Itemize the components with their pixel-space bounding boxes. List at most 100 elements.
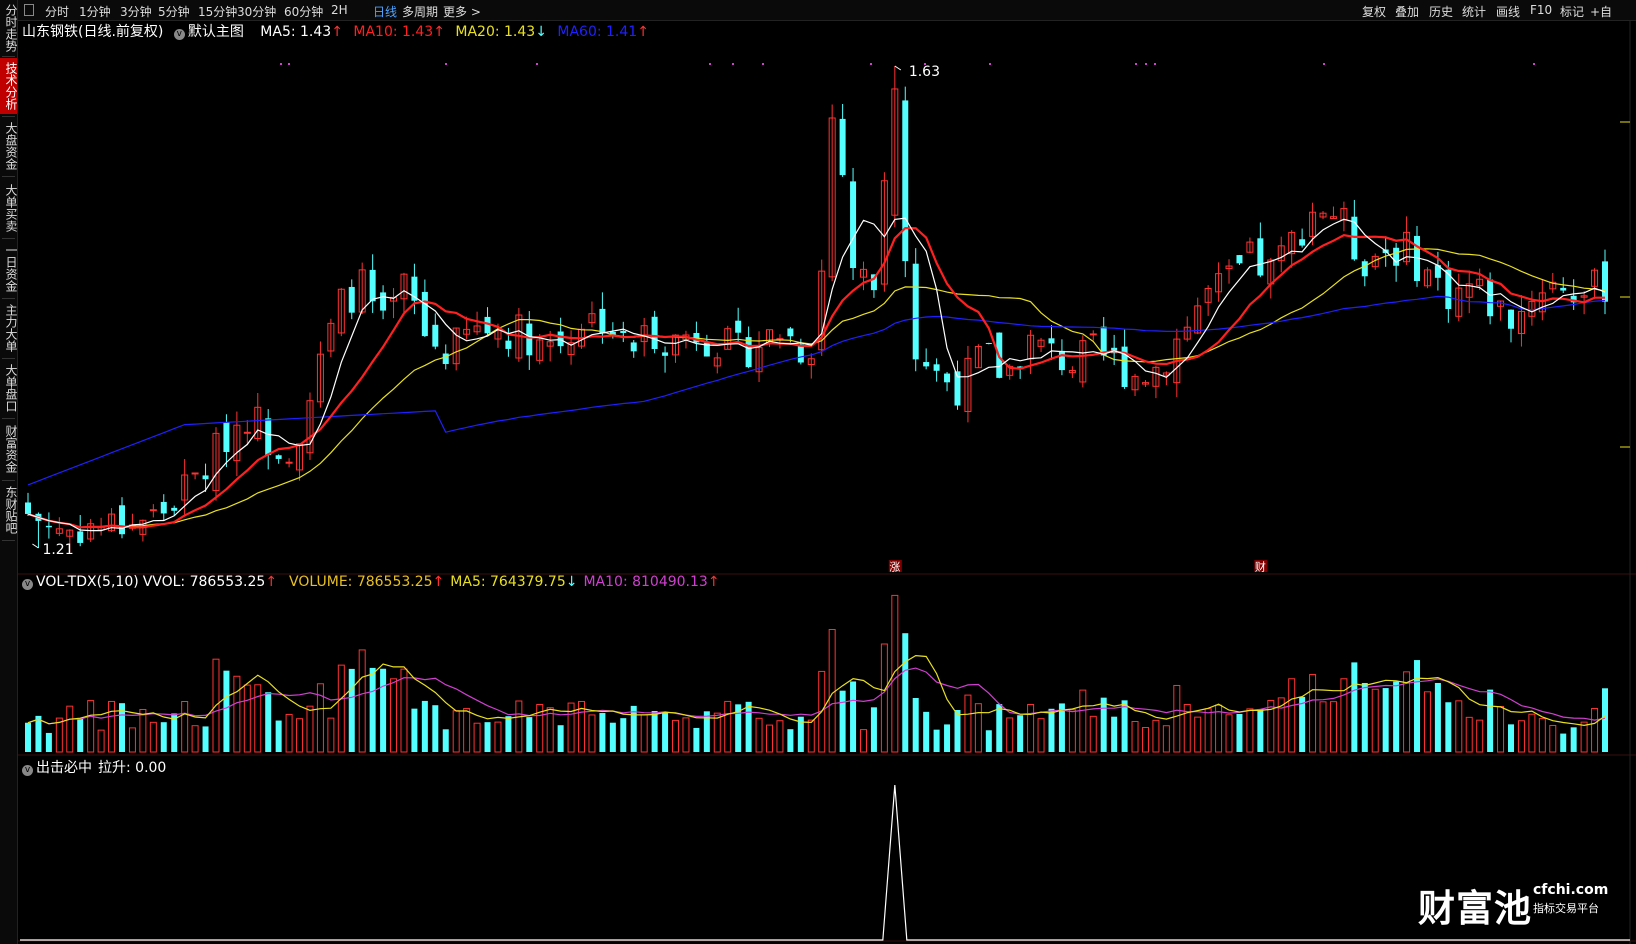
event-dot <box>1145 63 1147 65</box>
event-dot <box>445 63 447 65</box>
vol-ma5-value: MA5: 764379.75 <box>450 574 566 590</box>
volume-bar <box>870 707 877 752</box>
vvol-arrow: ↑ <box>265 574 278 590</box>
volume-bar <box>693 727 700 752</box>
volume-bar <box>1121 700 1128 752</box>
volume-bar <box>484 722 491 752</box>
volume-bar <box>1445 702 1452 752</box>
event-dot <box>709 63 711 65</box>
event-marker-0: 涨 <box>889 561 900 574</box>
vvol-legend: VVOL: 786553.25↑ <box>143 574 277 590</box>
candle-body <box>432 324 439 347</box>
candle-body <box>850 181 857 269</box>
candle-body <box>77 531 84 543</box>
volume-bar <box>108 700 116 753</box>
volume-bar <box>1048 708 1055 752</box>
volume-bar <box>1111 716 1118 752</box>
volume-bar <box>933 729 940 752</box>
volume-bar <box>1079 689 1087 753</box>
volume-bar <box>588 714 596 753</box>
candle-body <box>557 331 564 347</box>
volume-bar <box>672 719 680 753</box>
main-chart-legend: 山东钢铁(日线.前复权) v 默认主图 MA5: 1.43↑ MA10: 1.43… <box>22 21 655 41</box>
low-pointer <box>32 543 39 549</box>
candle-body <box>797 344 804 363</box>
candle-body <box>191 472 199 475</box>
volume-bar <box>233 675 241 753</box>
candle-body <box>662 352 669 356</box>
indicator-selector[interactable]: v 默认主图 <box>173 24 254 40</box>
vvol-value: VVOL: 786553.25 <box>142 574 266 590</box>
candle-body <box>1487 279 1494 317</box>
volume-bar <box>296 718 304 753</box>
volume-bar <box>1580 721 1588 753</box>
volume-bar <box>494 721 502 753</box>
vol-ma10-arrow: ↑ <box>707 574 720 590</box>
candle-body <box>380 292 387 311</box>
candle-body <box>923 362 930 367</box>
volume-bar <box>35 715 42 752</box>
volume-bar <box>557 725 564 752</box>
chevron-down-icon[interactable]: v <box>22 765 33 776</box>
candle-body <box>1393 247 1400 266</box>
candle-body <box>985 342 992 345</box>
volume-bar <box>1434 682 1441 752</box>
volume-bar <box>766 724 774 753</box>
high-pointer <box>894 65 902 71</box>
volume-bar <box>432 705 439 752</box>
event-dot <box>762 63 764 65</box>
volume-bar <box>97 729 105 753</box>
candle-body <box>25 502 31 514</box>
candle-body <box>171 507 178 511</box>
volume-bar <box>1382 688 1389 752</box>
candle-body <box>1508 309 1515 329</box>
volume-bar <box>1027 703 1035 753</box>
candle-body <box>902 100 909 262</box>
chevron-down-icon[interactable]: v <box>22 579 33 590</box>
candle-body <box>1602 261 1608 302</box>
ma10-legend: MA10: 1.43↑ <box>353 24 445 40</box>
volume-bar <box>139 708 147 753</box>
event-dot <box>732 63 734 65</box>
volume-bar <box>880 643 888 753</box>
low-price-label: 1.21 <box>42 542 73 558</box>
candle-body <box>735 320 742 333</box>
ma20-line <box>27 248 1606 528</box>
volume-bar <box>1309 674 1317 753</box>
ma10-line <box>27 226 1605 529</box>
ma60-value: MA60: 1.41 <box>557 24 638 40</box>
candle-body <box>599 308 606 334</box>
volume-bar <box>1487 689 1494 752</box>
candle-body <box>745 337 752 368</box>
candle-body <box>1058 350 1065 371</box>
candle-body <box>275 455 282 459</box>
volume-bar <box>1131 720 1139 753</box>
volume-bar <box>1299 696 1306 752</box>
volume-bar <box>181 700 189 753</box>
signal-indicator-name: 出击必中 <box>36 760 92 776</box>
volume-bar <box>358 649 366 753</box>
volume-bar <box>776 720 784 753</box>
volume-bar <box>1549 724 1557 753</box>
volume-bar <box>463 708 471 753</box>
volume-bar <box>316 683 324 753</box>
volume-bar <box>380 668 387 752</box>
volume-bar <box>45 732 52 752</box>
volume-bar <box>202 726 209 752</box>
vol-ma5-legend: MA5: 764379.75↓ <box>450 574 577 590</box>
candle-body <box>265 418 272 456</box>
volume-bar <box>160 722 167 752</box>
candle-body <box>1299 239 1306 246</box>
volume-bar <box>66 705 74 753</box>
volume-bar <box>807 719 815 753</box>
volume-bar <box>87 700 95 753</box>
volume-bar <box>390 678 398 753</box>
candle-body <box>160 501 167 514</box>
volume-bar <box>954 709 961 752</box>
candle-body <box>1236 255 1243 264</box>
candle-body <box>1257 238 1264 276</box>
ma5-arrow: ↑ <box>331 24 343 40</box>
volume-bar <box>859 729 867 753</box>
chevron-down-icon: v <box>173 29 185 40</box>
volume-bar <box>1225 714 1233 753</box>
